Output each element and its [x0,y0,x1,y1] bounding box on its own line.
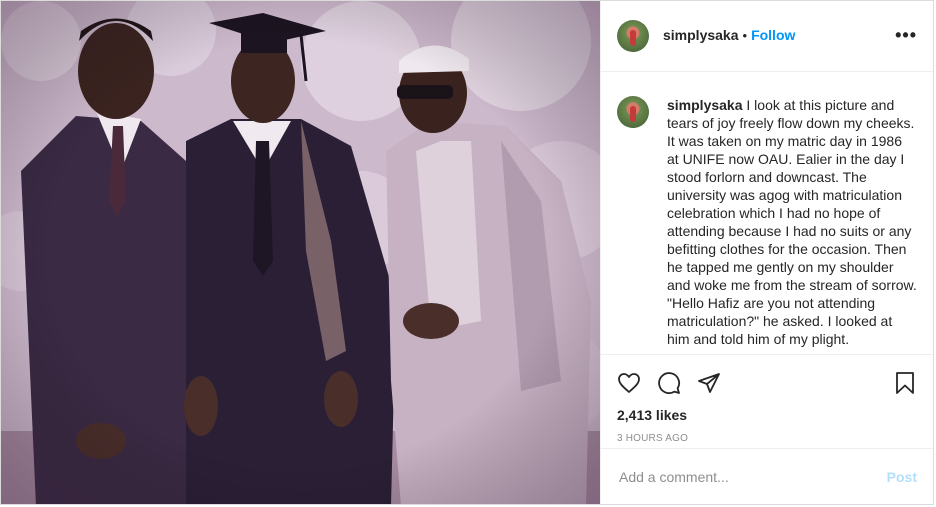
likes-count[interactable]: 2,413 likes [617,407,917,423]
header-user-line: simplysaka • Follow [663,27,795,45]
avatar[interactable] [617,19,649,52]
action-icons [617,363,917,403]
bookmark-icon[interactable] [893,371,917,395]
username-link[interactable]: simplysaka [663,27,739,43]
caption-body: I look at this picture and tears of joy … [667,96,917,347]
caption-avatar[interactable] [617,95,649,128]
follow-button[interactable]: Follow [751,27,795,43]
caption-text: simplysaka I look at this picture and te… [667,96,917,348]
heart-icon[interactable] [617,371,641,395]
add-comment-bar: Post [601,448,933,504]
instagram-post: simplysaka • Follow ••• simplysaka I look … [0,0,934,505]
caption-username[interactable]: simplysaka [667,97,743,113]
action-bar: 2,413 likes 3 HOURS AGO [601,354,933,448]
separator-dot: • [742,27,748,43]
more-options-icon[interactable]: ••• [895,25,917,46]
comment-icon[interactable] [657,371,681,395]
caption: simplysaka I look at this picture and te… [617,95,917,348]
share-icon[interactable] [697,371,721,395]
post-sidebar: simplysaka • Follow ••• simplysaka I look … [600,1,933,504]
post-comment-button[interactable]: Post [887,469,917,485]
comment-input[interactable] [617,467,887,486]
post-photo[interactable] [1,1,600,504]
comments-area[interactable]: simplysaka I look at this picture and te… [601,72,933,354]
post-timestamp[interactable]: 3 HOURS AGO [617,433,917,444]
post-header: simplysaka • Follow ••• [601,1,933,72]
vintage-photo-illustration [1,1,600,504]
